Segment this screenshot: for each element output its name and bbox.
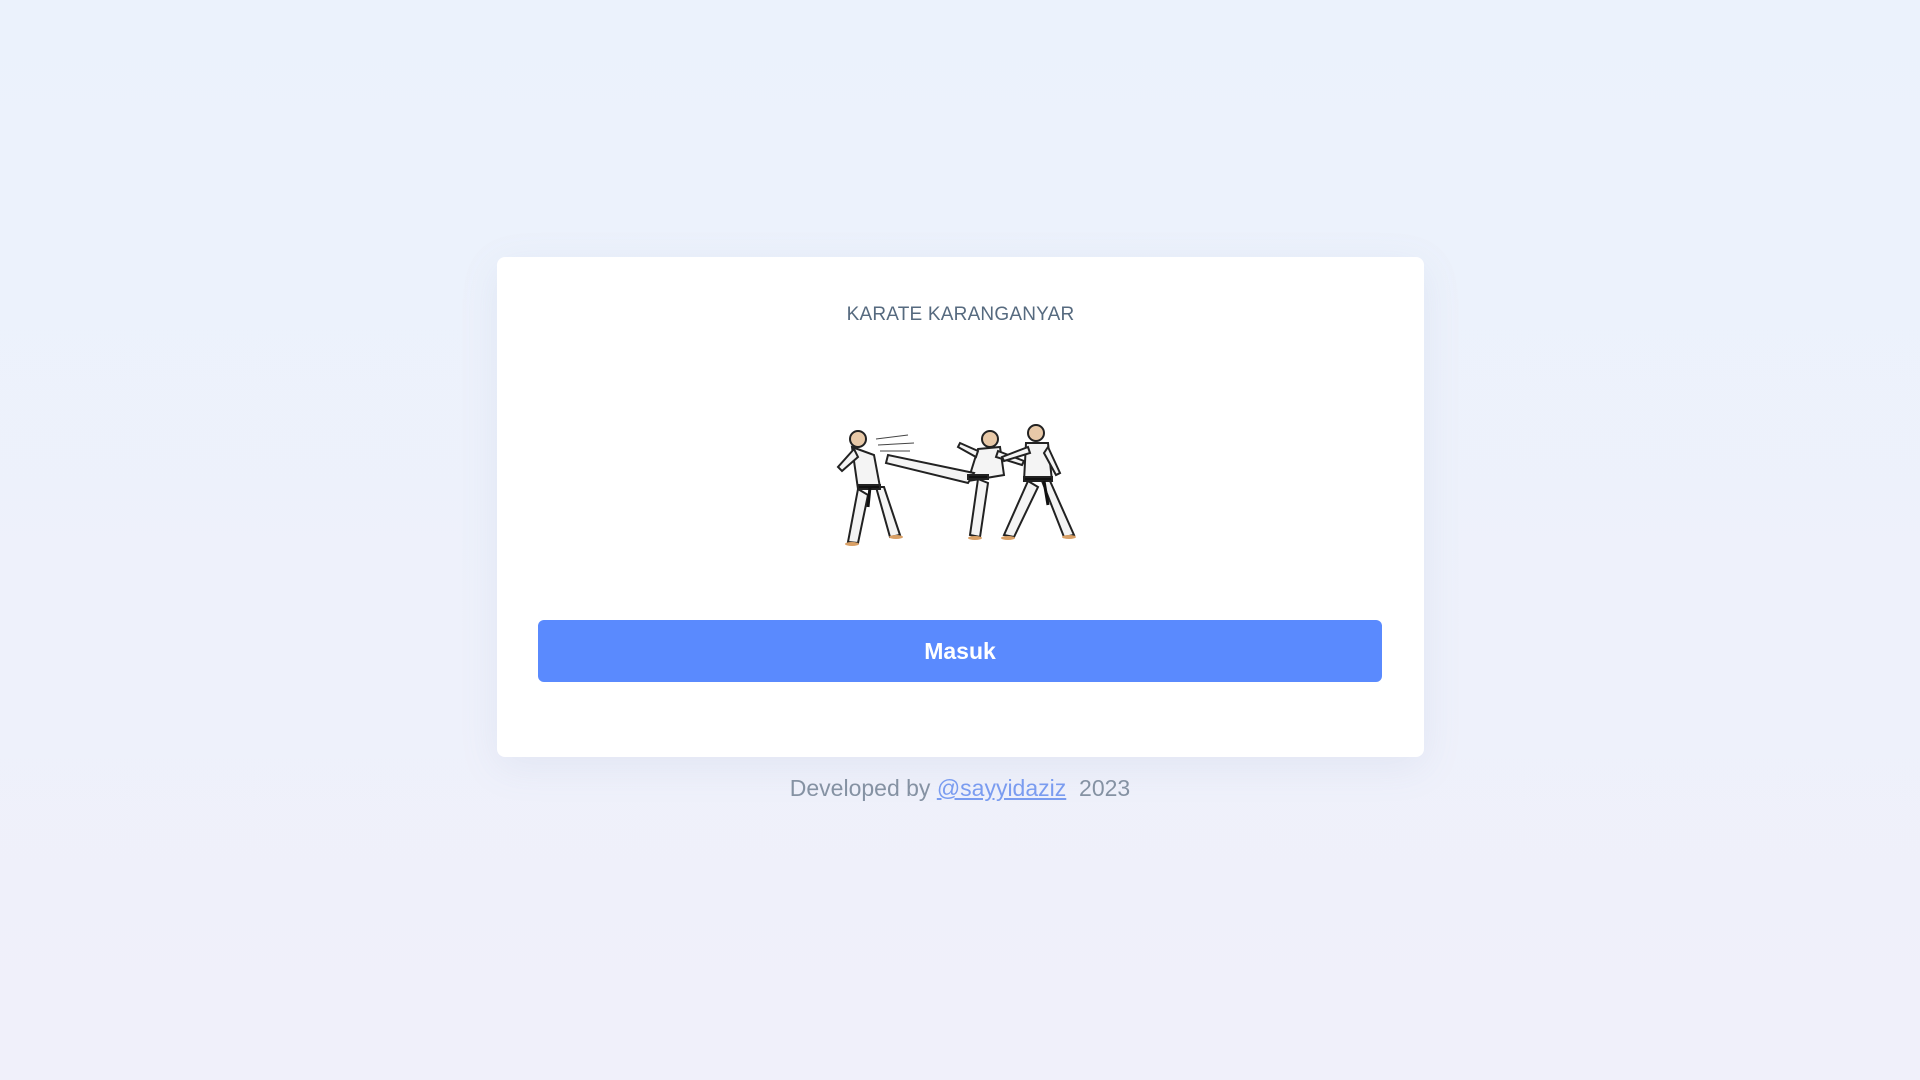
footer-prefix: Developed by (789, 775, 931, 801)
footer-year: 2023 (1079, 775, 1131, 801)
login-card: KARATE KARANGANYAR Masuk (497, 257, 1424, 757)
author-link[interactable]: @sayyidaziz (937, 775, 1066, 801)
login-button[interactable]: Masuk (538, 620, 1382, 682)
brand-title: KARATE KARANGANYAR (846, 304, 1075, 325)
footer-credit: Developed by @sayyidaziz 2023 (0, 775, 1920, 802)
karate-fighters-logo-icon (828, 417, 1088, 557)
